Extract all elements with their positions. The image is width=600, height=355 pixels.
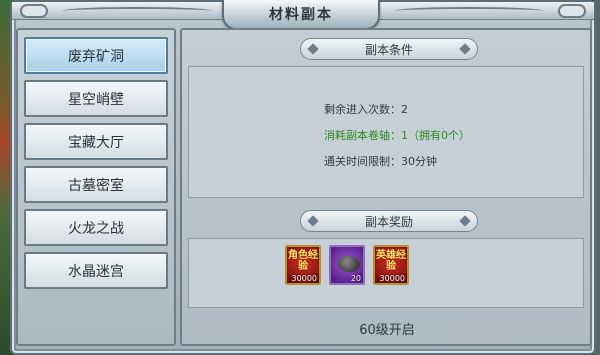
sidebar-item-abandoned-mine[interactable]: 废弃矿洞 [24,37,168,74]
sidebar-item-treasure-hall[interactable]: 宝藏大厅 [24,123,168,160]
window-title: 材料副本 [269,7,333,23]
ore-icon [338,256,360,272]
sidebar-item-crystal-maze[interactable]: 水晶迷宫 [24,252,168,289]
conditions-header: 副本条件 [300,38,478,60]
role-exp-label: 角色经验 [288,250,318,272]
ore-quantity: 20 [350,274,361,283]
rewards-header: 副本奖励 [300,210,478,232]
sidebar-item-fire-dragon-battle[interactable]: 火龙之战 [24,209,168,246]
role-exp-quantity: 30000 [291,274,317,283]
right-corner-ornament [558,4,586,18]
rewards-box: 角色经验 30000 20 英雄经验 30000 [188,238,584,308]
left-corner-ornament [20,4,48,18]
sidebar-item-ancient-tomb[interactable]: 古墓密室 [24,166,168,203]
hero-exp-quantity: 30000 [379,274,405,283]
hero-exp-reward-icon[interactable]: 英雄经验 30000 [373,245,409,285]
right-swirl-ornament [394,7,544,15]
ore-reward-icon[interactable]: 20 [329,245,365,285]
unlock-level-button[interactable]: 60级开启 [307,316,467,340]
conditions-box: 剩余进入次数：2 消耗副本卷轴：1（拥有0个） 通关时间限制：30分钟 [188,66,584,198]
sidebar-item-starry-cliff[interactable]: 星空峭壁 [24,80,168,117]
left-swirl-ornament [62,7,212,15]
scroll-cost-text: 消耗副本卷轴：1（拥有0个） [324,129,470,142]
window-title-plate: 材料副本 [222,0,380,30]
hero-exp-label: 英雄经验 [376,250,406,272]
dungeon-list-sidebar: 废弃矿洞 星空峭壁 宝藏大厅 古墓密室 火龙之战 水晶迷宫 [16,28,176,346]
time-limit-text: 通关时间限制：30分钟 [324,155,437,168]
role-exp-reward-icon[interactable]: 角色经验 30000 [285,245,321,285]
remaining-entries-text: 剩余进入次数：2 [324,103,408,116]
dungeon-detail-panel: 副本条件 剩余进入次数：2 消耗副本卷轴：1（拥有0个） 通关时间限制：30分钟… [180,28,592,346]
